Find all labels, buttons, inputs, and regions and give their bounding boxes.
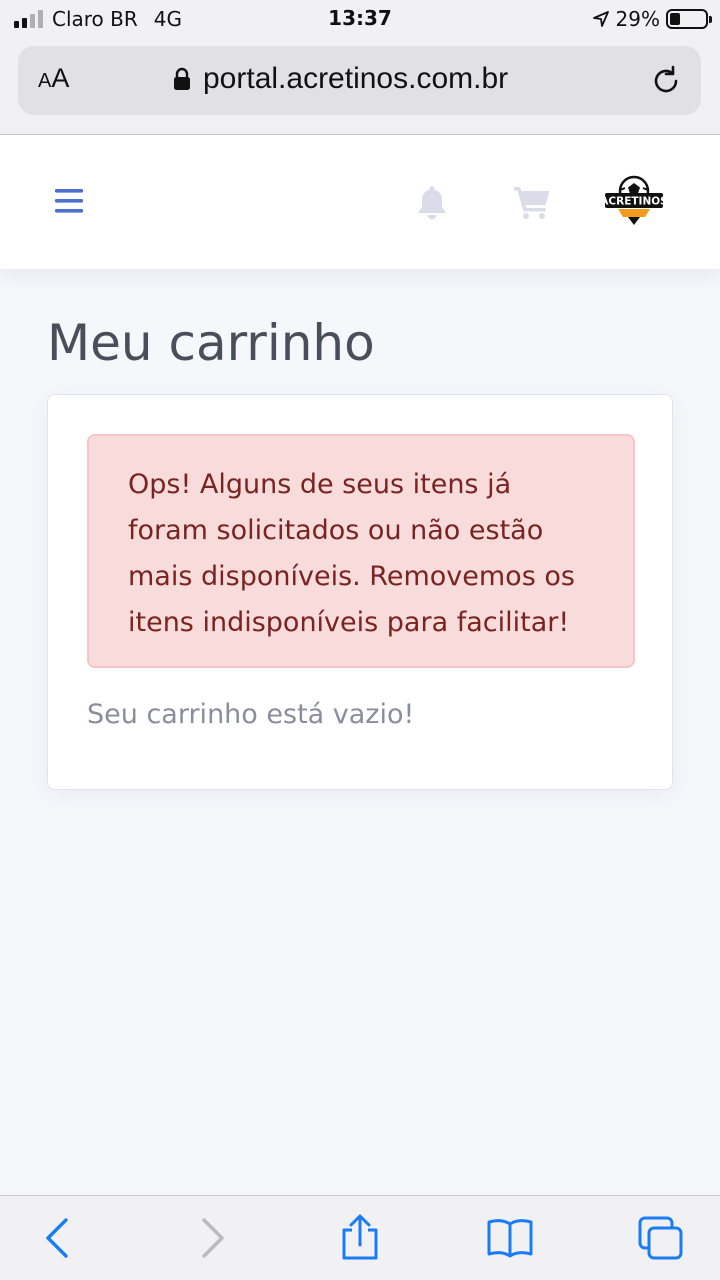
browser-toolbar: [0, 1195, 720, 1280]
status-bar: Claro BR 4G 13:37 29%: [0, 0, 720, 38]
back-icon[interactable]: [36, 1214, 84, 1262]
page-title: Meu carrinho: [47, 314, 375, 372]
browser-address-area: AA portal.acretinos.com.br: [0, 38, 720, 135]
text-size-large-label: A: [51, 63, 70, 93]
shopping-cart-icon[interactable]: [512, 183, 552, 221]
location-arrow-icon: [592, 11, 609, 27]
bell-icon[interactable]: [414, 183, 450, 221]
text-size-small-label: A: [38, 70, 52, 92]
reload-icon[interactable]: [649, 64, 683, 98]
status-right: 29%: [592, 6, 712, 32]
battery-level: [670, 13, 680, 25]
acretinos-logo[interactable]: ACRETINOS: [602, 173, 666, 229]
cart-card: Ops! Alguns de seus itens já foram solic…: [47, 394, 673, 790]
lock-icon: [174, 67, 190, 90]
alert-danger: Ops! Alguns de seus itens já foram solic…: [87, 434, 635, 668]
address-bar[interactable]: AA portal.acretinos.com.br: [18, 46, 701, 115]
url-text: portal.acretinos.com.br: [203, 62, 509, 95]
forward-icon[interactable]: [186, 1214, 234, 1262]
text-size-button[interactable]: AA: [38, 63, 69, 94]
hamburger-menu-icon[interactable]: [54, 187, 84, 215]
tabs-icon[interactable]: [636, 1214, 684, 1262]
alert-message: Ops! Alguns de seus itens já foram solic…: [128, 469, 575, 638]
empty-cart-message: Seu carrinho está vazio!: [87, 699, 415, 730]
logo-text: ACRETINOS: [602, 196, 666, 208]
url-display[interactable]: portal.acretinos.com.br: [173, 62, 508, 96]
battery-icon: [666, 9, 712, 29]
battery-percent: 29%: [615, 7, 660, 31]
share-icon[interactable]: [336, 1214, 384, 1262]
bookmarks-icon[interactable]: [486, 1214, 534, 1262]
site-header: ACRETINOS: [0, 135, 720, 269]
